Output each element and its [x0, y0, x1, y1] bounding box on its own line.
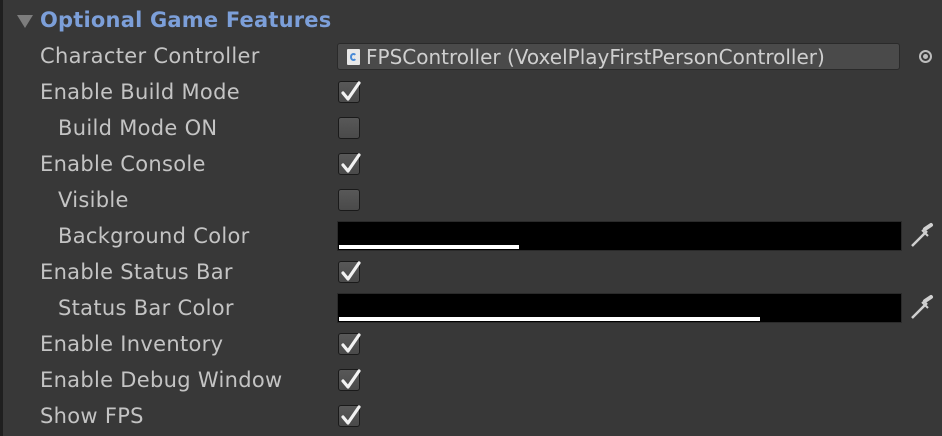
row-build-mode-on: Build Mode ON [3, 110, 942, 146]
background-color-alpha-fill [339, 245, 519, 249]
background-color-label: Background Color [58, 224, 250, 248]
character-controller-object-field[interactable]: FPSController (VoxelPlayFirstPersonContr… [337, 43, 900, 70]
eyedropper-icon[interactable] [907, 222, 935, 250]
enable-inventory-label: Enable Inventory [40, 332, 224, 356]
show-fps-label: Show FPS [40, 404, 144, 428]
enable-build-mode-checkbox[interactable] [338, 81, 361, 103]
character-controller-label: Character Controller [40, 44, 260, 68]
build-mode-on-checkbox[interactable] [338, 117, 360, 139]
background-color-field[interactable] [337, 221, 902, 251]
row-show-fps: Show FPS [3, 398, 942, 434]
enable-debug-window-label: Enable Debug Window [40, 368, 283, 392]
enable-status-bar-label: Enable Status Bar [40, 260, 233, 284]
show-fps-checkbox[interactable] [338, 405, 361, 427]
checkmark-icon [341, 153, 361, 173]
status-bar-color-label: Status Bar Color [58, 296, 234, 320]
row-enable-status-bar: Enable Status Bar [3, 254, 942, 290]
enable-console-label: Enable Console [40, 152, 206, 176]
checkmark-icon [341, 405, 361, 425]
checkmark-icon [341, 333, 361, 353]
eyedropper-icon[interactable] [907, 294, 935, 322]
status-bar-color-alpha-bar [339, 317, 900, 321]
enable-status-bar-checkbox[interactable] [338, 261, 361, 283]
enable-debug-window-checkbox[interactable] [338, 369, 361, 391]
status-bar-color-field[interactable] [337, 293, 902, 323]
checkmark-icon [341, 81, 361, 101]
row-enable-console: Enable Console [3, 146, 942, 182]
visible-checkbox[interactable] [338, 189, 360, 211]
row-enable-inventory: Enable Inventory [3, 326, 942, 362]
section-foldout-header[interactable]: Optional Game Features [17, 6, 331, 34]
background-color-alpha-bar [339, 245, 900, 249]
checkmark-icon [341, 261, 361, 281]
row-enable-debug-window: Enable Debug Window [3, 362, 942, 398]
enable-console-checkbox[interactable] [338, 153, 361, 175]
checkmark-icon [341, 369, 361, 389]
build-mode-on-label: Build Mode ON [58, 116, 218, 140]
status-bar-color-alpha-fill [339, 317, 760, 321]
section-title: Optional Game Features [40, 8, 332, 32]
object-picker-icon[interactable] [919, 50, 932, 63]
row-visible: Visible [3, 182, 942, 218]
row-status-bar-color: Status Bar Color [3, 290, 942, 326]
visible-label: Visible [58, 188, 129, 212]
csharp-script-icon [347, 48, 360, 65]
row-character-controller: Character Controller FPSController (Voxe… [3, 38, 942, 74]
enable-build-mode-label: Enable Build Mode [40, 80, 240, 104]
enable-inventory-checkbox[interactable] [338, 333, 361, 355]
character-controller-value: FPSController (VoxelPlayFirstPersonContr… [366, 44, 825, 69]
optional-game-features-panel: Optional Game Features Character Control… [3, 0, 942, 436]
row-background-color: Background Color [3, 218, 942, 254]
row-enable-build-mode: Enable Build Mode [3, 74, 942, 110]
foldout-arrow-down-icon[interactable] [17, 14, 33, 28]
